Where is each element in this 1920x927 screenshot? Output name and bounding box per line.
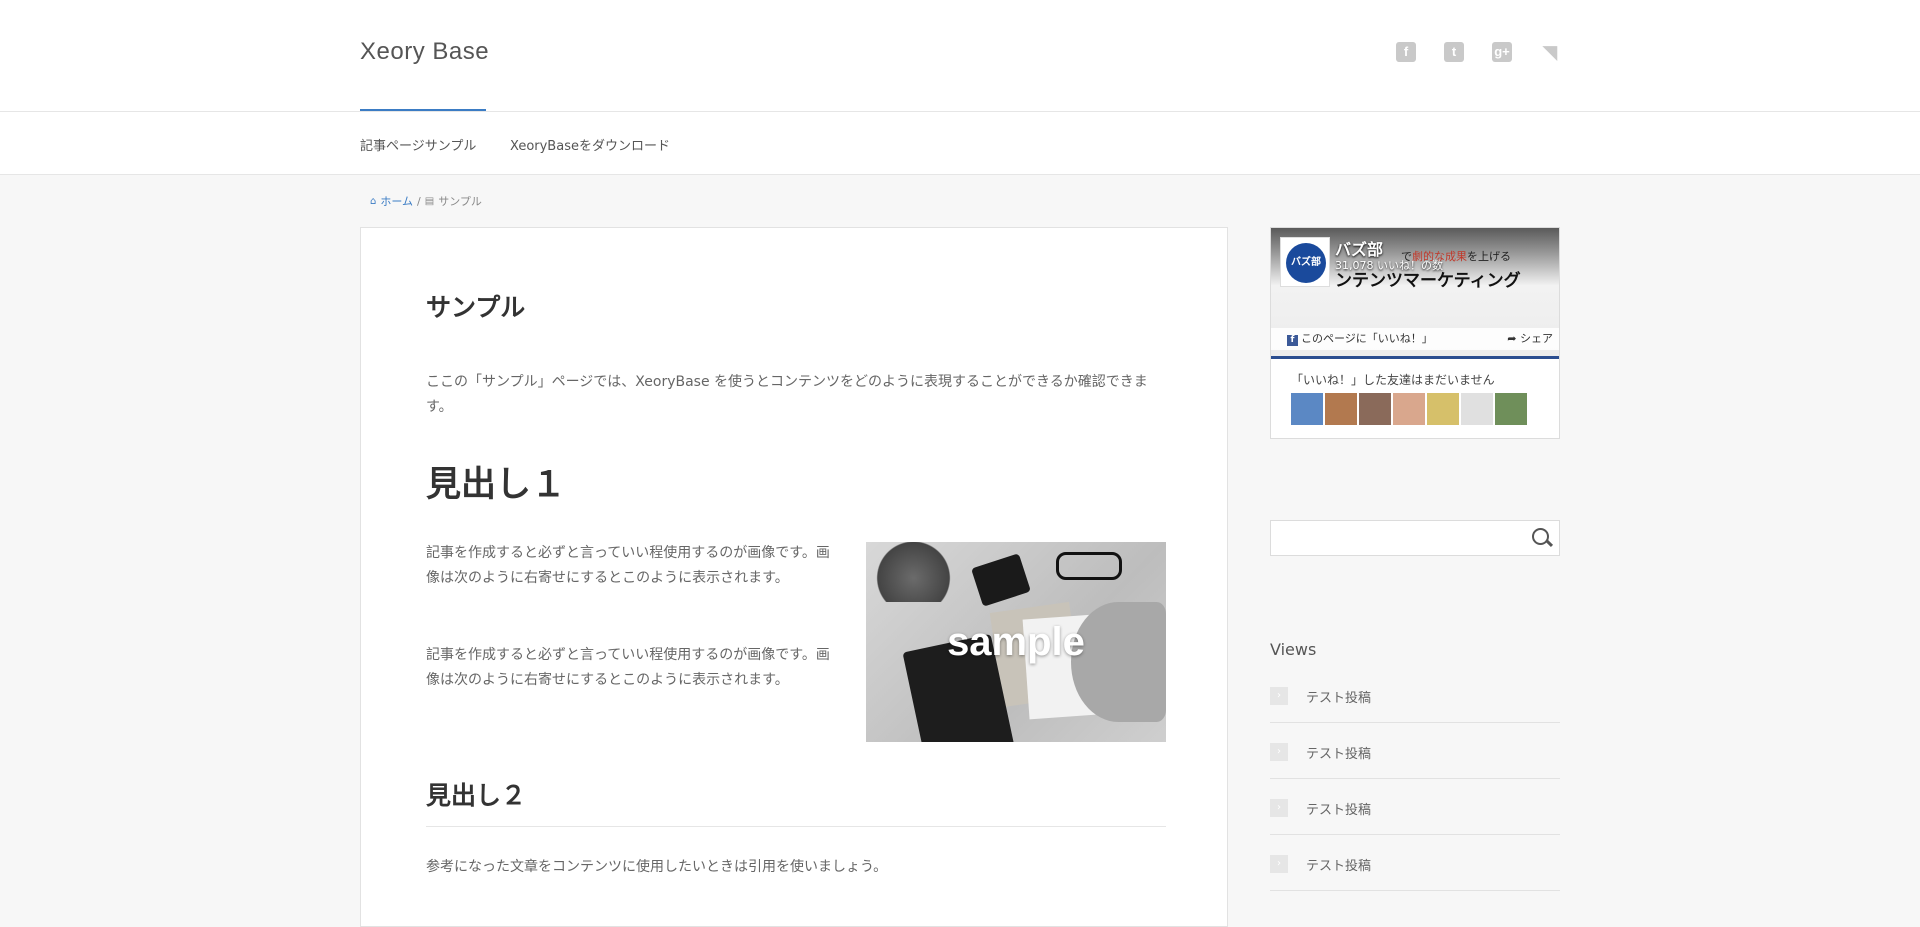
home-icon: ⌂ xyxy=(370,195,377,207)
plant-shape xyxy=(866,542,961,602)
facebook-like-button[interactable]: f このページに「いいね！」 xyxy=(1287,328,1433,350)
social-links: f t g+ ◥ xyxy=(1396,42,1560,62)
friend-avatar[interactable] xyxy=(1359,393,1391,425)
share-button-label: シェア xyxy=(1520,332,1553,345)
avatar-logo: バズ部 xyxy=(1286,243,1326,283)
facebook-icon[interactable]: f xyxy=(1396,42,1416,62)
site-header: Xeory Base f t g+ ◥ xyxy=(0,0,1920,112)
chevron-right-icon: › xyxy=(1270,799,1288,817)
heading-divider xyxy=(426,826,1166,827)
views-list: › テスト投稿 › テスト投稿 › テスト投稿 › テスト投稿 xyxy=(1270,667,1560,891)
chevron-right-icon: › xyxy=(1270,855,1288,873)
search-icon[interactable] xyxy=(1532,528,1549,545)
nav-item-download[interactable]: XeoryBaseをダウンロード xyxy=(510,135,670,154)
heading-1: 見出し１ xyxy=(426,465,567,505)
views-list-item[interactable]: › テスト投稿 xyxy=(1270,667,1560,723)
sample-image-label: sample xyxy=(947,620,1085,664)
twitter-icon[interactable]: t xyxy=(1444,42,1464,62)
body-paragraph-2: 記事を作成すると必ずと言っていい程使用するのが画像です。画像は次のように右寄せに… xyxy=(426,647,830,688)
phone-shape xyxy=(971,553,1031,607)
friend-avatar[interactable] xyxy=(1427,393,1459,425)
breadcrumb-home[interactable]: ホーム xyxy=(380,193,413,209)
heading-2: 見出し２ xyxy=(426,781,527,810)
cover-tagline: ンテンツマーケティング xyxy=(1335,271,1521,291)
article-container: サンプル ここの「サンプル」ページでは、XeoryBase を使うとコンテンツを… xyxy=(360,227,1228,927)
nav-item-article-sample[interactable]: 記事ページサンプル xyxy=(360,135,476,154)
friend-avatar[interactable] xyxy=(1495,393,1527,425)
google-plus-icon[interactable]: g+ xyxy=(1492,42,1512,62)
chevron-right-icon: › xyxy=(1270,743,1288,761)
body-paragraph-3: 参考になった文章をコンテンツに使用したいときは引用を使いましょう。 xyxy=(426,859,888,875)
like-button-label: このページに「いいね！」 xyxy=(1301,332,1433,345)
facebook-friends-text: 「いいね！」した友達はまだいません xyxy=(1291,373,1495,387)
main-nav: 記事ページサンプル XeoryBaseをダウンロード xyxy=(0,112,1920,175)
intro-text: ここの「サンプル」ページでは、XeoryBase を使うとコンテンツをどのように… xyxy=(426,374,1148,415)
glasses-shape xyxy=(1056,552,1122,580)
friend-avatar[interactable] xyxy=(1325,393,1357,425)
views-list-item[interactable]: › テスト投稿 xyxy=(1270,779,1560,835)
facebook-cover[interactable]: バズ部 バズ部 で劇的な成果を上げる 31,078 いいね！の数 ンテンツマーケ… xyxy=(1271,228,1559,359)
views-widget-title: Views xyxy=(1270,640,1317,659)
page-title: サンプル xyxy=(426,293,526,322)
breadcrumb-separator: / xyxy=(417,194,421,208)
document-icon: ▤ xyxy=(424,195,435,207)
search-input[interactable] xyxy=(1270,520,1560,556)
body-paragraph-1: 記事を作成すると必ずと言っていい程使用するのが画像です。画像は次のように右寄せに… xyxy=(426,545,830,586)
views-item-label[interactable]: テスト投稿 xyxy=(1306,743,1371,762)
friend-avatar[interactable] xyxy=(1393,393,1425,425)
facebook-actions: f このページに「いいね！」 ➦ シェア xyxy=(1271,328,1559,350)
views-list-item[interactable]: › テスト投稿 xyxy=(1270,835,1560,891)
views-list-item[interactable]: › テスト投稿 xyxy=(1270,723,1560,779)
share-icon: ➦ xyxy=(1507,332,1520,345)
facebook-page-avatar[interactable]: バズ部 xyxy=(1280,237,1330,287)
friend-avatar[interactable] xyxy=(1291,393,1323,425)
breadcrumb: ⌂ ホーム / ▤ サンプル xyxy=(370,193,482,209)
facebook-icon: f xyxy=(1287,335,1298,346)
rss-icon[interactable]: ◥ xyxy=(1540,42,1560,62)
title-underline xyxy=(360,109,486,111)
views-item-label[interactable]: テスト投稿 xyxy=(1306,855,1371,874)
sample-image: sample xyxy=(866,542,1166,742)
tagline-suffix: を上げる xyxy=(1467,250,1511,263)
breadcrumb-current: サンプル xyxy=(438,195,482,208)
views-item-label[interactable]: テスト投稿 xyxy=(1306,799,1371,818)
chevron-right-icon: › xyxy=(1270,687,1288,705)
views-item-label[interactable]: テスト投稿 xyxy=(1306,687,1371,706)
facebook-share-button[interactable]: ➦ シェア xyxy=(1507,328,1553,350)
site-title[interactable]: Xeory Base xyxy=(360,38,489,66)
facebook-friend-faces xyxy=(1291,393,1527,425)
facebook-page-widget: バズ部 バズ部 で劇的な成果を上げる 31,078 いいね！の数 ンテンツマーケ… xyxy=(1270,227,1560,439)
friend-avatar[interactable] xyxy=(1461,393,1493,425)
